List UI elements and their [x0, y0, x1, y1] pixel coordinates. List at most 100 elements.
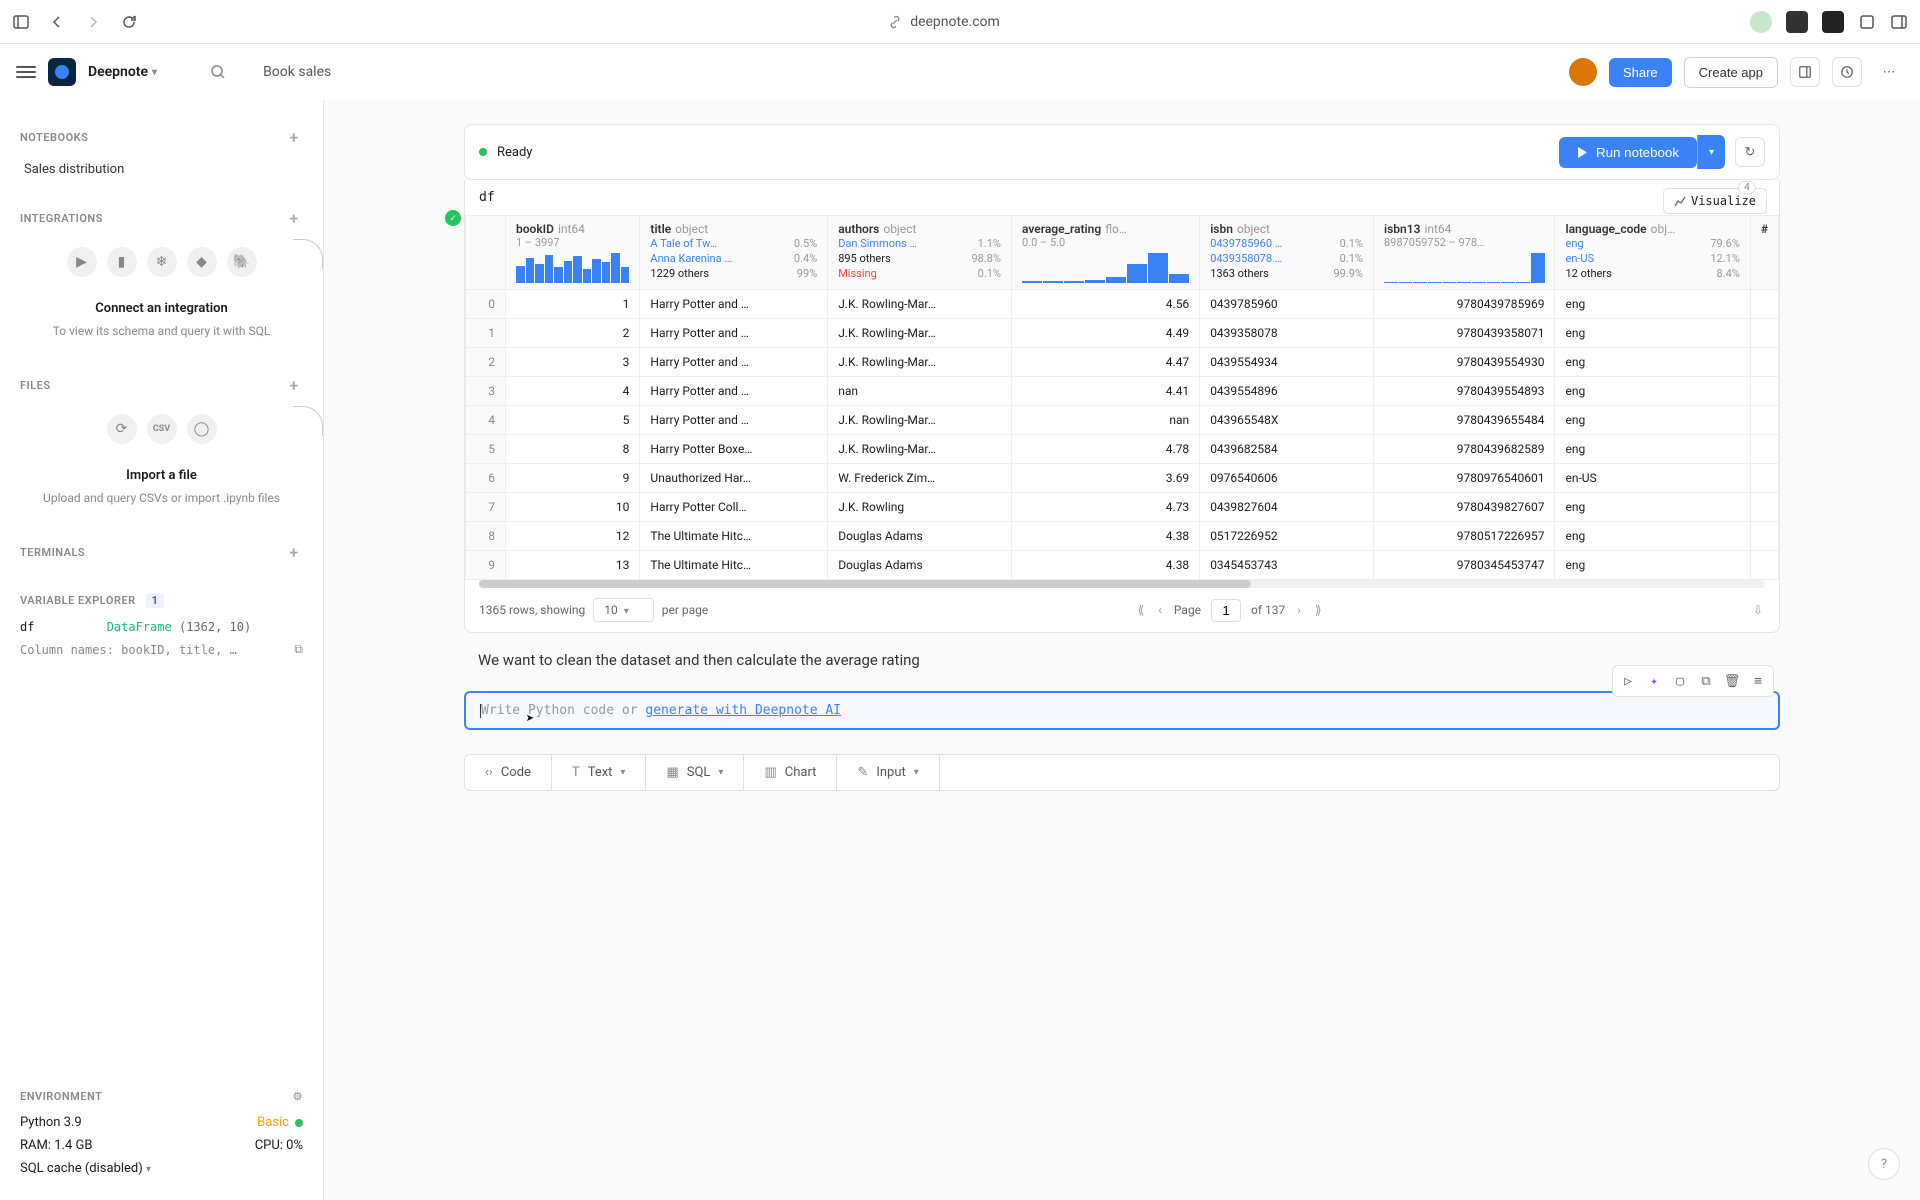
- env-tier[interactable]: Basic: [257, 1115, 303, 1130]
- column-header[interactable]: isbnobject0439785960 …0.1%0439358078 …0.…: [1200, 216, 1374, 290]
- comment-icon[interactable]: ▢: [1668, 669, 1692, 693]
- status-dot: [295, 1119, 303, 1127]
- column-header[interactable]: #: [1750, 216, 1778, 290]
- download-icon[interactable]: ⇩: [1751, 601, 1765, 619]
- ai-icon[interactable]: ✦: [1642, 669, 1666, 693]
- varexp-heading: VARIABLE EXPLORER: [20, 594, 136, 607]
- run-cell-icon[interactable]: ▷: [1616, 669, 1640, 693]
- share-button[interactable]: Share: [1609, 58, 1672, 87]
- extension-icon[interactable]: [1822, 11, 1844, 33]
- column-header[interactable]: bookIDint641 – 3997: [506, 216, 640, 290]
- url-bar[interactable]: deepnote.com: [156, 14, 1732, 30]
- column-header[interactable]: isbn13int648987059752 – 978…: [1373, 216, 1555, 290]
- integration-icon[interactable]: ▶: [67, 247, 97, 277]
- markdown-cell[interactable]: We want to clean the dataset and then ca…: [464, 633, 1780, 687]
- user-avatar[interactable]: [1569, 58, 1597, 86]
- more-icon[interactable]: ≡: [1746, 669, 1770, 693]
- reload-icon[interactable]: [120, 13, 138, 31]
- add-cell-bar: ‹›Code TText▾ ▦SQL▾ ▥Chart ✎Input▾: [464, 754, 1780, 791]
- column-header[interactable]: titleobjectA Tale of Tw…0.5%Anna Karenin…: [640, 216, 828, 290]
- per-page-select[interactable]: 10 ▾: [593, 598, 653, 622]
- breadcrumb[interactable]: Book sales: [263, 64, 331, 80]
- add-text-button[interactable]: TText▾: [552, 755, 647, 790]
- add-integration-button[interactable]: +: [285, 209, 303, 227]
- last-page-icon[interactable]: ⟫: [1313, 601, 1324, 619]
- column-header[interactable]: average_ratingflo…0.0 – 5.0: [1012, 216, 1200, 290]
- open-icon[interactable]: ⧉: [294, 642, 303, 657]
- connect-desc: To view its schema and query it with SQL: [28, 322, 295, 340]
- delete-icon[interactable]: 🗑: [1720, 669, 1744, 693]
- history-icon[interactable]: [1832, 57, 1862, 87]
- integration-icon[interactable]: 🐘: [227, 247, 257, 277]
- ai-generate-link[interactable]: generate with Deepnote AI: [645, 703, 841, 718]
- next-page-icon[interactable]: ›: [1295, 601, 1303, 619]
- variable-cols: Column names: bookID, title, … ⧉: [20, 638, 303, 661]
- table-row[interactable]: 1 2 Harry Potter and … J.K. Rowling-Mar……: [466, 319, 1779, 348]
- add-sql-button[interactable]: ▦SQL▾: [646, 755, 744, 790]
- add-input-button[interactable]: ✎Input▾: [837, 755, 939, 790]
- sidebar: NOTEBOOKS+ Sales distribution INTEGRATIO…: [0, 100, 324, 1200]
- add-chart-button[interactable]: ▥Chart: [744, 755, 837, 790]
- table-row[interactable]: 4 5 Harry Potter and … J.K. Rowling-Mar……: [466, 406, 1779, 435]
- page-label: Page: [1174, 603, 1201, 617]
- search-icon[interactable]: [209, 63, 227, 81]
- table-row[interactable]: 6 9 Unauthorized Har… W. Frederick Zim… …: [466, 464, 1779, 493]
- add-notebook-button[interactable]: +: [285, 128, 303, 146]
- table-row[interactable]: 9 13 The Ultimate Hitc… Douglas Adams 4.…: [466, 551, 1779, 580]
- prev-page-icon[interactable]: ‹: [1156, 601, 1164, 619]
- run-dropdown[interactable]: ▾: [1697, 135, 1725, 169]
- gear-icon[interactable]: ⚙: [293, 1090, 303, 1103]
- rows-label: 1365 rows, showing: [479, 603, 585, 617]
- extension-icon[interactable]: [1858, 13, 1876, 31]
- tabs-icon[interactable]: [1890, 13, 1908, 31]
- integration-icon[interactable]: ▮: [107, 247, 137, 277]
- variable-row[interactable]: df DataFrame (1362, 10): [20, 616, 303, 638]
- forward-icon[interactable]: [84, 13, 102, 31]
- add-file-button[interactable]: +: [285, 376, 303, 394]
- github-icon[interactable]: ◯: [187, 414, 217, 444]
- back-icon[interactable]: [48, 13, 66, 31]
- run-notebook-button[interactable]: Run notebook: [1559, 137, 1697, 168]
- app-logo[interactable]: [48, 58, 76, 86]
- more-icon[interactable]: ⋯: [1874, 57, 1904, 87]
- column-header[interactable]: authorsobjectDan Simmons …1.1%895 others…: [828, 216, 1012, 290]
- table-row[interactable]: 2 3 Harry Potter and … J.K. Rowling-Mar……: [466, 348, 1779, 377]
- restart-icon[interactable]: ↻: [1735, 137, 1765, 167]
- visualize-button[interactable]: Visualize 4: [1663, 188, 1767, 214]
- panel-icon[interactable]: [1790, 57, 1820, 87]
- csv-icon[interactable]: CSV: [147, 414, 177, 444]
- integration-icons: ▶ ▮ ❄ ◆ 🐘: [20, 247, 303, 277]
- extension-icon[interactable]: [1786, 11, 1808, 33]
- table-row[interactable]: 5 8 Harry Potter Boxe… J.K. Rowling-Mar……: [466, 435, 1779, 464]
- first-page-icon[interactable]: ⟪: [1136, 601, 1147, 619]
- file-icon[interactable]: ⟳: [107, 414, 137, 444]
- browser-toolbar: deepnote.com: [0, 0, 1920, 44]
- table-row[interactable]: 3 4 Harry Potter and … nan 4.41 04395548…: [466, 377, 1779, 406]
- link-icon: [888, 15, 902, 29]
- copy-icon[interactable]: ⧉: [1694, 669, 1718, 693]
- notebook-item[interactable]: Sales distribution: [20, 154, 303, 185]
- code-icon: ‹›: [485, 765, 493, 780]
- sidebar-toggle-icon[interactable]: [12, 13, 30, 31]
- create-app-button[interactable]: Create app: [1684, 57, 1778, 88]
- table-row[interactable]: 0 1 Harry Potter and … J.K. Rowling-Mar……: [466, 290, 1779, 319]
- column-header[interactable]: language_codeobj…eng79.6%en-US12.1%12 ot…: [1555, 216, 1750, 290]
- page-input[interactable]: [1211, 599, 1241, 622]
- integration-icon[interactable]: ◆: [187, 247, 217, 277]
- sql-cache[interactable]: SQL cache (disabled) ▾: [20, 1161, 151, 1176]
- add-terminal-button[interactable]: +: [285, 543, 303, 561]
- table-row[interactable]: 8 12 The Ultimate Hitc… Douglas Adams 4.…: [466, 522, 1779, 551]
- cpu-label: CPU: 0%: [255, 1138, 303, 1153]
- workspace-dropdown[interactable]: Deepnote ▾: [88, 64, 157, 80]
- add-code-button[interactable]: ‹›Code: [465, 755, 552, 790]
- chart-icon: [1674, 195, 1686, 207]
- extension-icon[interactable]: [1750, 11, 1772, 33]
- table-row[interactable]: 7 10 Harry Potter Coll… J.K. Rowling 4.7…: [466, 493, 1779, 522]
- integration-icon[interactable]: ❄: [147, 247, 177, 277]
- horizontal-scrollbar[interactable]: [479, 580, 1765, 588]
- help-button[interactable]: ?: [1868, 1148, 1900, 1180]
- ram-label: RAM: 1.4 GB: [20, 1138, 92, 1153]
- menu-icon[interactable]: [16, 62, 36, 82]
- var-count-badge: 1: [146, 593, 165, 608]
- code-cell[interactable]: ▷ ✦ ▢ ⧉ 🗑 ≡ Write Python code or generat…: [464, 691, 1780, 730]
